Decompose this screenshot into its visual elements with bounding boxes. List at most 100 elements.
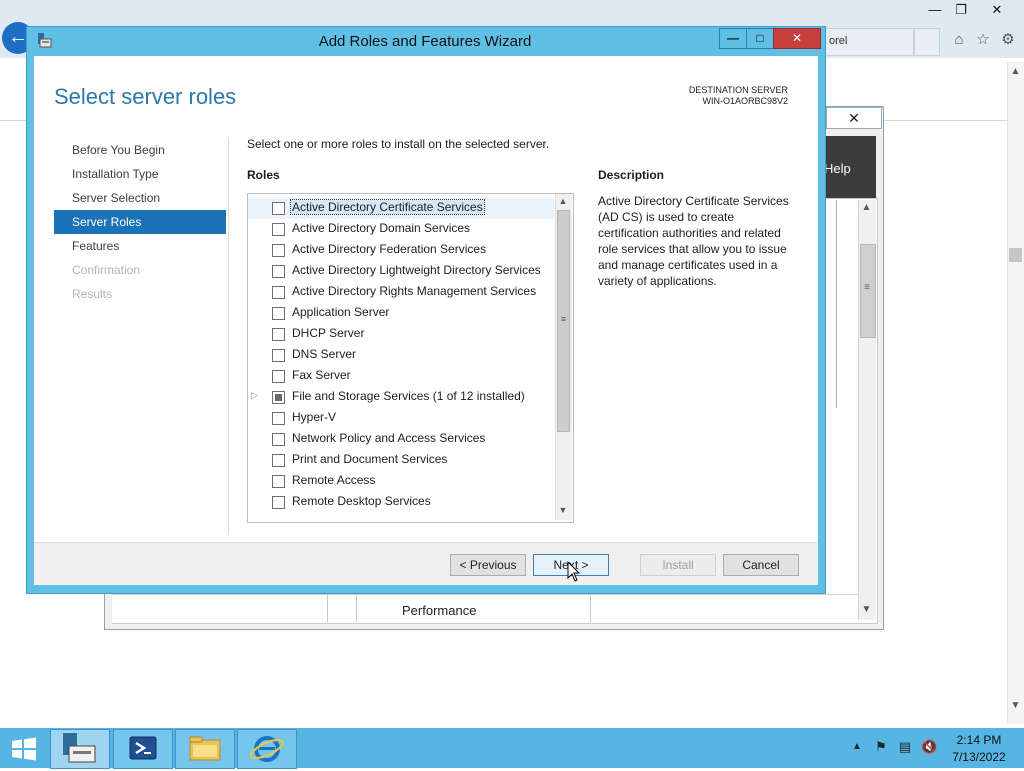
role-checkbox[interactable] [272,496,285,509]
tile-divider [590,594,591,622]
role-row[interactable]: Active Directory Rights Management Servi… [248,282,554,303]
nav-item-before-you-begin[interactable]: Before You Begin [54,138,226,162]
role-row[interactable]: Active Directory Lightweight Directory S… [248,261,554,282]
network-icon[interactable]: ▤ [897,739,913,755]
description-text: Active Directory Certificate Services (A… [598,194,789,288]
home-icon[interactable]: ⌂ [949,30,969,50]
settings-gear-icon[interactable]: ⚙ [998,30,1018,50]
role-label[interactable]: Active Directory Rights Management Servi… [291,284,537,298]
scroll-down-arrow-icon[interactable]: ▼ [1007,700,1024,711]
destination-server-label: DESTINATION SERVER [688,85,788,95]
clock-date[interactable]: 7/13/2022 [944,750,1014,764]
maximize-button[interactable]: □ [746,28,774,49]
volume-muted-icon[interactable]: 🔇 [921,739,937,755]
close-button[interactable]: ✕ [773,28,821,49]
role-row[interactable]: Active Directory Federation Services [248,240,554,261]
role-checkbox[interactable] [272,286,285,299]
scroll-up-arrow-icon[interactable]: ▲ [555,196,571,206]
role-row[interactable]: Remote Access [248,471,554,492]
role-row[interactable]: Hyper-V [248,408,554,429]
role-row[interactable]: Print and Document Services [248,450,554,471]
browser-tab[interactable]: orel [822,28,914,56]
performance-tile-label[interactable]: Performance [402,603,476,618]
description-heading: Description [598,168,665,182]
install-button: Install [640,554,716,576]
page-scrollbar[interactable] [1007,62,1024,724]
role-checkbox[interactable] [272,223,285,236]
nav-item-installation-type[interactable]: Installation Type [54,162,226,186]
browser-close-button[interactable]: ✕ [980,0,1014,20]
role-label[interactable]: Remote Desktop Services [291,494,432,508]
nav-item-server-roles[interactable]: Server Roles [54,210,226,234]
role-label[interactable]: Fax Server [291,368,352,382]
role-label[interactable]: Active Directory Domain Services [291,221,471,235]
role-checkbox[interactable] [272,454,285,467]
role-label[interactable]: DNS Server [291,347,357,361]
role-checkbox[interactable] [272,307,285,320]
scroll-up-arrow-icon[interactable]: ▲ [858,202,875,213]
scroll-down-arrow-icon[interactable]: ▼ [858,604,875,615]
mouse-cursor-icon [567,561,581,582]
windows-start-icon[interactable] [6,735,42,763]
role-checkbox[interactable] [272,265,285,278]
role-row[interactable]: Fax Server [248,366,554,387]
action-center-flag-icon[interactable]: ⚑ [873,739,889,755]
new-tab-button[interactable] [914,28,940,56]
minimize-button[interactable]: — [719,28,747,49]
role-checkbox[interactable] [272,370,285,383]
show-hidden-icons-icon[interactable]: ▲ [852,741,862,752]
role-label[interactable]: Active Directory Lightweight Directory S… [291,263,542,277]
taskbar-server-manager-button[interactable] [50,729,110,769]
taskbar-internet-explorer-button[interactable] [237,729,297,769]
role-checkbox[interactable] [272,391,285,404]
role-checkbox[interactable] [272,475,285,488]
role-label[interactable]: Active Directory Federation Services [291,242,487,256]
role-checkbox[interactable] [272,349,285,362]
role-row[interactable]: DHCP Server [248,324,554,345]
role-row[interactable]: Remote Desktop Services [248,492,554,513]
role-checkbox[interactable] [272,412,285,425]
server-manager-help-menu[interactable]: Help [822,136,876,198]
role-row[interactable]: Network Policy and Access Services [248,429,554,450]
role-checkbox[interactable] [272,433,285,446]
role-checkbox[interactable] [272,328,285,341]
role-row[interactable]: Active Directory Domain Services [248,219,554,240]
role-label[interactable]: Hyper-V [291,410,337,424]
instruction-text: Select one or more roles to install on t… [247,137,550,151]
nav-item-server-selection[interactable]: Server Selection [54,186,226,210]
previous-button[interactable]: < Previous [450,554,526,576]
pane-divider [836,200,837,408]
expand-arrow-icon[interactable]: ▷ [251,390,258,401]
nav-item-confirmation: Confirmation [72,263,141,277]
role-row[interactable]: Application Server [248,303,554,324]
favorites-star-icon[interactable]: ☆ [973,30,993,50]
role-label[interactable]: Active Directory Certificate Services [290,199,485,215]
taskbar-powershell-button[interactable] [113,729,173,769]
role-row[interactable]: DNS Server [248,345,554,366]
role-checkbox[interactable] [272,202,285,215]
file-explorer-icon [189,736,221,761]
role-label[interactable]: File and Storage Services (1 of 12 insta… [291,389,526,403]
role-label[interactable]: Application Server [291,305,390,319]
browser-restore-button[interactable]: ❐ [944,0,978,20]
role-label[interactable]: Print and Document Services [291,452,448,466]
clock-time[interactable]: 2:14 PM [944,733,1014,747]
powershell-icon [129,736,157,760]
scroll-up-arrow-icon[interactable]: ▲ [1007,66,1024,77]
page-scrollbar-thumb[interactable] [1009,248,1022,262]
scroll-grip-icon: ≡ [560,314,567,324]
role-row[interactable]: Active Directory Certificate Services [248,198,554,219]
wizard-title: Add Roles and Features Wizard [318,33,532,50]
role-label[interactable]: Network Policy and Access Services [291,431,486,445]
cancel-button[interactable]: Cancel [723,554,799,576]
nav-item-features[interactable]: Features [54,234,226,258]
server-manager-close-button[interactable]: ✕ [826,107,882,129]
role-label[interactable]: DHCP Server [291,326,365,340]
taskbar-file-explorer-button[interactable] [175,729,235,769]
scroll-down-arrow-icon[interactable]: ▼ [555,505,571,515]
browser-tab-label: orel [829,35,848,47]
role-label[interactable]: Remote Access [291,473,376,487]
destination-server-name: WIN-O1AORBC98V2 [702,96,788,106]
role-row[interactable]: ▷ File and Storage Services (1 of 12 inst… [248,387,554,408]
role-checkbox[interactable] [272,244,285,257]
